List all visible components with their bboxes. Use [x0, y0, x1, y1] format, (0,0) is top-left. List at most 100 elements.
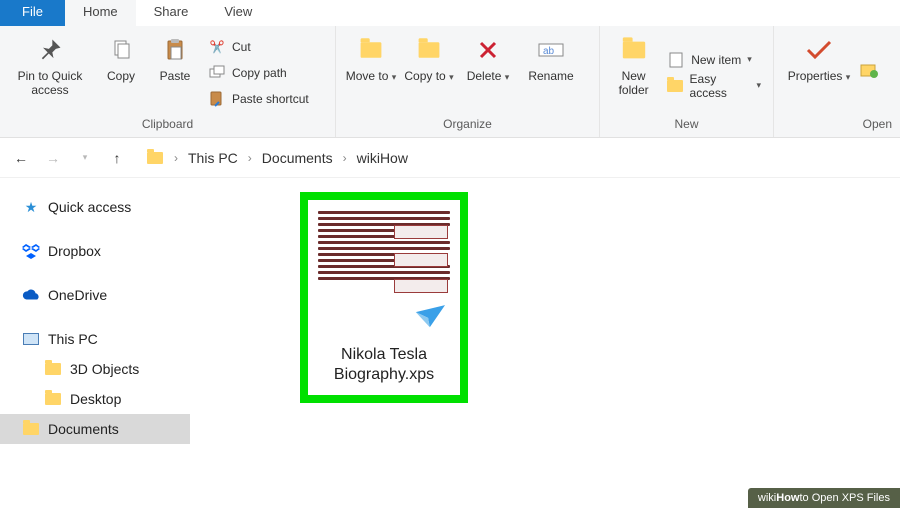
sidebar-label: OneDrive — [48, 287, 107, 303]
clipboard-group-label: Clipboard — [6, 115, 329, 135]
paste-icon — [160, 35, 190, 65]
breadcrumb-documents[interactable]: Documents — [262, 150, 333, 166]
nav-back-button[interactable]: ← — [12, 150, 30, 166]
delete-button[interactable]: Delete ▾ — [458, 31, 518, 115]
new-small-column: New item ▾ Easy access ▾ — [661, 47, 767, 99]
address-bar: ← → ▾ ↑ › This PC › Documents › wikiHow — [0, 138, 900, 178]
ribbon-group-new: New folder New item ▾ Easy access ▾ — [600, 26, 774, 137]
file-item-xps[interactable]: Nikola Tesla Biography.xps — [300, 192, 468, 403]
properties-label: Properties — [788, 69, 843, 83]
pin-icon — [35, 35, 65, 65]
sidebar-label: Quick access — [48, 199, 131, 215]
file-thumbnail — [318, 211, 450, 339]
folder-icon — [146, 149, 164, 167]
easy-access-button[interactable]: Easy access ▾ — [667, 75, 761, 97]
file-pane[interactable]: Nikola Tesla Biography.xps — [190, 178, 900, 508]
easy-access-label: Easy access — [690, 72, 751, 100]
chevron-down-icon: ▾ — [392, 72, 397, 82]
ribbon-group-open: Properties ▾ Open — [774, 26, 900, 137]
pin-to-quick-access-label: Pin to Quick access — [6, 69, 94, 97]
explorer-body: ★ Quick access Dropbox OneDrive This PC … — [0, 178, 900, 508]
open-icon[interactable] — [860, 62, 878, 84]
sidebar-label: Dropbox — [48, 243, 101, 259]
sidebar-label: Documents — [48, 421, 119, 437]
clipboard-small-column: ✂️ Cut Copy path Paste shortcut — [202, 34, 315, 112]
cut-button[interactable]: ✂️ Cut — [208, 36, 309, 58]
pin-to-quick-access-button[interactable]: Pin to Quick access — [6, 31, 94, 115]
sidebar-item-onedrive[interactable]: OneDrive — [22, 280, 190, 310]
open-small-column — [858, 60, 884, 86]
chevron-down-icon: ▾ — [846, 72, 851, 82]
tab-view[interactable]: View — [206, 0, 270, 26]
easy-access-icon — [667, 77, 683, 95]
copy-to-label: Copy to — [404, 69, 445, 83]
breadcrumb-sep: › — [343, 151, 347, 165]
breadcrumb-sep: › — [248, 151, 252, 165]
paste-shortcut-button[interactable]: Paste shortcut — [208, 88, 309, 110]
sidebar-item-quick-access[interactable]: ★ Quick access — [22, 192, 190, 222]
star-icon: ★ — [22, 198, 40, 216]
paste-label: Paste — [160, 69, 191, 83]
move-to-icon — [356, 35, 386, 65]
nav-up-button[interactable]: ↑ — [108, 150, 126, 166]
sidebar-item-this-pc[interactable]: This PC — [22, 324, 190, 354]
sidebar-item-dropbox[interactable]: Dropbox — [22, 236, 190, 266]
breadcrumb-sep: › — [174, 151, 178, 165]
sidebar-item-documents[interactable]: Documents — [0, 414, 190, 444]
paste-button[interactable]: Paste — [148, 31, 202, 115]
monitor-icon — [22, 330, 40, 348]
paste-shortcut-label: Paste shortcut — [232, 92, 309, 106]
folder-icon — [22, 420, 40, 438]
new-folder-button[interactable]: New folder — [606, 31, 661, 115]
ribbon-group-clipboard: Pin to Quick access Copy Paste ✂️ Cut — [0, 26, 336, 137]
new-folder-label: New folder — [606, 69, 661, 97]
navigation-pane: ★ Quick access Dropbox OneDrive This PC … — [0, 178, 190, 508]
new-item-label: New item — [691, 53, 741, 67]
chevron-down-icon: ▾ — [747, 55, 752, 64]
dropbox-icon — [22, 242, 40, 260]
copy-label: Copy — [107, 69, 135, 83]
delete-label: Delete — [467, 69, 502, 83]
copy-to-icon — [414, 35, 444, 65]
open-group-label: Open — [780, 115, 894, 135]
paste-shortcut-icon — [208, 90, 226, 108]
cut-label: Cut — [232, 40, 251, 54]
move-to-button[interactable]: Move to ▾ — [342, 31, 400, 115]
chevron-down-icon: ▾ — [756, 81, 761, 90]
tab-home[interactable]: Home — [65, 0, 136, 26]
new-group-label: New — [606, 115, 767, 135]
copy-path-button[interactable]: Copy path — [208, 62, 309, 84]
organize-group-label: Organize — [342, 115, 593, 135]
new-item-button[interactable]: New item ▾ — [667, 49, 761, 71]
sidebar-item-3d-objects[interactable]: 3D Objects — [22, 354, 190, 384]
nav-forward-button[interactable]: → — [44, 150, 62, 166]
folder-icon — [44, 360, 62, 378]
ribbon-group-organize: Move to ▾ Copy to ▾ Delete ▾ ab Rename — [336, 26, 600, 137]
move-to-label: Move to — [346, 69, 389, 83]
ribbon: Pin to Quick access Copy Paste ✂️ Cut — [0, 26, 900, 138]
rename-button[interactable]: ab Rename — [518, 31, 584, 115]
properties-button[interactable]: Properties ▾ — [780, 31, 858, 115]
rename-label: Rename — [528, 69, 573, 83]
tab-file[interactable]: File — [0, 0, 65, 26]
delete-icon — [473, 35, 503, 65]
new-folder-icon — [619, 35, 649, 65]
folder-icon — [44, 390, 62, 408]
copy-path-label: Copy path — [232, 66, 287, 80]
chevron-down-icon: ▾ — [505, 72, 510, 82]
rename-icon: ab — [536, 35, 566, 65]
copy-to-button[interactable]: Copy to ▾ — [400, 31, 458, 115]
breadcrumb-wikihow[interactable]: wikiHow — [357, 150, 408, 166]
breadcrumb-this-pc[interactable]: This PC — [188, 150, 238, 166]
sidebar-label: This PC — [48, 331, 98, 347]
copy-button[interactable]: Copy — [94, 31, 148, 115]
onedrive-icon — [22, 286, 40, 304]
sidebar-label: 3D Objects — [70, 361, 139, 377]
wikihow-badge: wikiHow to Open XPS Files — [748, 488, 900, 508]
tab-share[interactable]: Share — [136, 0, 207, 26]
chevron-down-icon: ▾ — [449, 72, 454, 82]
checkmark-icon — [804, 35, 834, 65]
sidebar-item-desktop[interactable]: Desktop — [22, 384, 190, 414]
nav-history-button[interactable]: ▾ — [76, 153, 94, 162]
new-item-icon — [667, 51, 685, 69]
